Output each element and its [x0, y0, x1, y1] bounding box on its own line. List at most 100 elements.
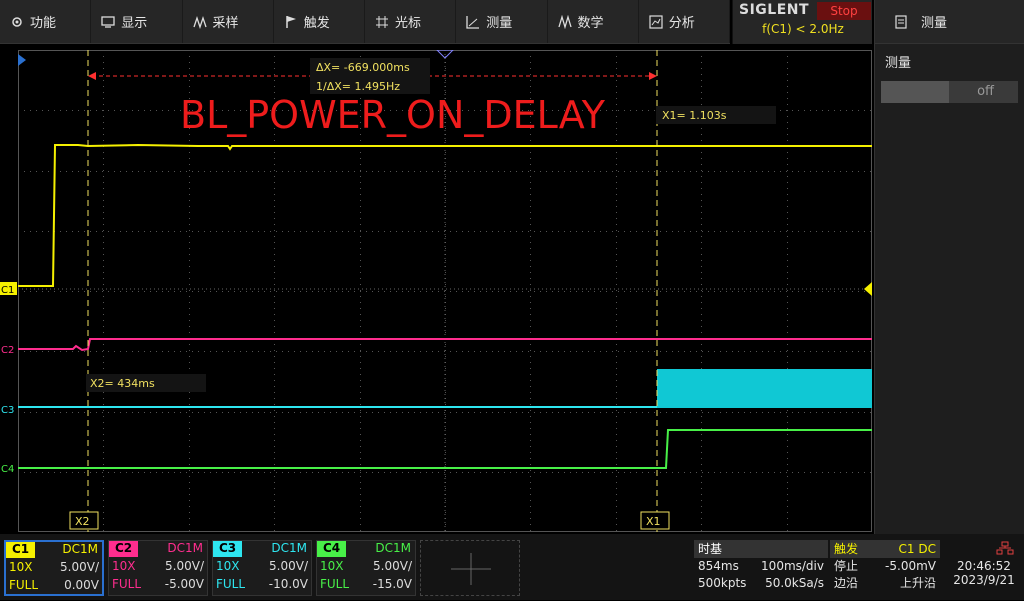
menu-trigger[interactable]: 触发	[274, 0, 365, 43]
channel-scale: 5.00V/	[269, 559, 308, 573]
trigger-level-marker[interactable]	[864, 282, 872, 296]
grid-dot	[684, 351, 685, 352]
menu-acquire[interactable]: 采样	[183, 0, 274, 43]
grid-dot	[552, 171, 553, 172]
grid-dot	[654, 351, 655, 352]
grid-dot	[360, 386, 361, 387]
grid-dot	[787, 524, 788, 525]
grid-dot	[738, 291, 739, 292]
grid-dot	[274, 494, 275, 495]
grid-dot	[274, 512, 275, 513]
grid-dot	[420, 291, 421, 292]
grid-dot	[616, 260, 617, 261]
grid-dot	[103, 350, 104, 351]
trace-c3	[18, 405, 660, 408]
measure-toggle[interactable]: off	[881, 81, 1018, 103]
menu-math[interactable]: 数学	[548, 0, 639, 43]
grid-dot	[274, 332, 275, 333]
grid-dot	[306, 291, 307, 292]
grid-dot	[330, 291, 331, 292]
channel-c4-panel[interactable]: C4 DC1M 10X 5.00V/ FULL -15.0V	[316, 540, 416, 596]
waveform-display[interactable]: ΔX= -669.000ms 1/ΔX= 1.495Hz BL_POWER_ON…	[18, 50, 872, 532]
trigger-frequency: f(C1) < 2.0Hz	[762, 22, 844, 36]
grid-dot	[189, 320, 190, 321]
grid-dot	[156, 110, 157, 111]
right-panel-header[interactable]: 测量	[875, 0, 1024, 44]
grid-dot	[274, 428, 275, 429]
grid-dot	[396, 351, 397, 352]
grid-dot	[360, 472, 361, 473]
grid-dot	[360, 248, 361, 249]
grid-dot	[228, 412, 229, 413]
grid-dot	[666, 412, 667, 413]
channel-c3-panel[interactable]: C3 DC1M 10X 5.00V/ FULL -10.0V	[212, 540, 312, 596]
grid-dot	[852, 412, 853, 413]
menu-cursor[interactable]: 光标	[365, 0, 457, 43]
grid-dot	[189, 212, 190, 213]
grid-dot	[274, 506, 275, 507]
grid-dot	[210, 291, 211, 292]
grid-dot	[144, 110, 145, 111]
grid-dot	[438, 171, 439, 172]
grid-dot	[702, 472, 703, 473]
grid-dot	[445, 464, 446, 465]
grid-dot	[66, 231, 67, 232]
grid-dot	[732, 412, 733, 413]
menu-function[interactable]: 功能	[0, 0, 92, 43]
grid-dot	[294, 231, 295, 232]
grid-dot	[288, 171, 289, 172]
grid-dot	[768, 231, 769, 232]
channel-coupling: DC1M	[271, 541, 307, 555]
channel-probe: 10X	[320, 559, 344, 573]
trigger-position-marker[interactable]	[18, 54, 26, 66]
timebase-points: 500kpts	[698, 576, 747, 590]
grid-dot	[42, 171, 43, 172]
grid-dot	[701, 212, 702, 213]
grid-dot	[787, 428, 788, 429]
grid-dot	[787, 74, 788, 75]
grid-dot	[274, 524, 275, 525]
grid-dot	[174, 412, 175, 413]
grid-dot	[696, 472, 697, 473]
grid-dot	[288, 472, 289, 473]
grid-dot	[222, 171, 223, 172]
grid-dot	[126, 412, 127, 413]
run-stop-indicator[interactable]: Stop	[817, 2, 871, 20]
grid-dot	[750, 231, 751, 232]
grid-dot	[189, 362, 190, 363]
grid-dot	[103, 308, 104, 309]
menu-analysis[interactable]: 分析	[639, 0, 730, 43]
grid-dot	[360, 171, 361, 172]
menu-label: 触发	[303, 16, 330, 31]
grid-dot	[546, 171, 547, 172]
grid-dot	[618, 472, 619, 473]
grid-dot	[294, 291, 295, 292]
grid-dot	[762, 472, 763, 473]
menu-display[interactable]: 显示	[91, 0, 183, 43]
grid-dot	[103, 470, 104, 471]
grid-dot	[701, 206, 702, 207]
grid-dot	[852, 171, 853, 172]
math-channel-slot[interactable]	[420, 540, 520, 596]
grid-dot	[588, 472, 589, 473]
grid-dot	[48, 110, 49, 111]
grid-dot	[103, 62, 104, 63]
grid-dot	[787, 302, 788, 303]
grid-dot	[189, 326, 190, 327]
menu-measure[interactable]: 测量	[456, 0, 548, 43]
grid-dot	[186, 171, 187, 172]
grid-dot	[858, 110, 859, 111]
grid-dot	[616, 224, 617, 225]
grid-dot	[378, 231, 379, 232]
trigger-panel[interactable]: 触发 C1 DC 停止 -5.00mV 边沿 上升沿	[830, 540, 940, 596]
grid-dot	[306, 472, 307, 473]
grid-dot	[189, 500, 190, 501]
channel-c1-panel[interactable]: C1 DC1M 10X 5.00V/ FULL 0.00V	[4, 540, 104, 596]
grid-dot	[282, 291, 283, 292]
grid-dot	[103, 500, 104, 501]
grid-dot	[558, 412, 559, 413]
x2-tag: X2	[75, 515, 90, 528]
grid-dot	[162, 171, 163, 172]
channel-c2-panel[interactable]: C2 DC1M 10X 5.00V/ FULL -5.00V	[108, 540, 208, 596]
timebase-panel[interactable]: 时基 854ms 100ms/div 500kpts 50.0kSa/s	[694, 540, 828, 596]
